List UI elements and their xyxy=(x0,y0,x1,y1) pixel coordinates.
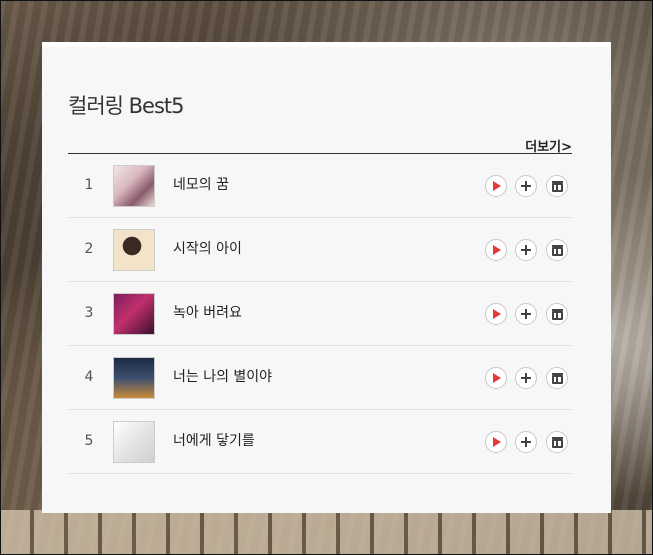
add-button[interactable] xyxy=(515,303,537,325)
rank-number: 2 xyxy=(84,241,94,257)
play-button[interactable] xyxy=(485,303,507,325)
gift-button[interactable] xyxy=(546,367,568,389)
album-cover[interactable] xyxy=(113,229,155,271)
plus-icon xyxy=(521,437,531,447)
play-button[interactable] xyxy=(485,175,507,197)
play-icon xyxy=(493,437,501,447)
coloring-best5-panel: 컬러링 Best5 더보기> 1 네모의 꿈 2 시작의 아이 3 녹아 버려요 xyxy=(42,42,611,513)
gift-icon xyxy=(551,308,563,320)
song-row: 1 네모의 꿈 xyxy=(68,154,572,218)
song-row: 5 너에게 닿기를 xyxy=(68,410,572,474)
album-cover[interactable] xyxy=(113,421,155,463)
song-row: 3 녹아 버려요 xyxy=(68,282,572,346)
section-title: 컬러링 Best5 xyxy=(68,94,184,118)
song-title[interactable]: 네모의 꿈 xyxy=(173,154,229,217)
album-cover[interactable] xyxy=(113,293,155,335)
plus-icon xyxy=(521,373,531,383)
gift-button[interactable] xyxy=(546,303,568,325)
gift-icon xyxy=(551,372,563,384)
add-button[interactable] xyxy=(515,367,537,389)
song-title[interactable]: 시작의 아이 xyxy=(173,218,242,281)
song-list: 1 네모의 꿈 2 시작의 아이 3 녹아 버려요 4 너는 나의 별이야 5 … xyxy=(68,154,572,474)
album-cover[interactable] xyxy=(113,165,155,207)
gift-button[interactable] xyxy=(546,239,568,261)
play-button[interactable] xyxy=(485,431,507,453)
gift-button[interactable] xyxy=(546,431,568,453)
song-row: 2 시작의 아이 xyxy=(68,218,572,282)
play-button[interactable] xyxy=(485,239,507,261)
gift-icon xyxy=(551,436,563,448)
play-button[interactable] xyxy=(485,367,507,389)
album-cover[interactable] xyxy=(113,357,155,399)
plus-icon xyxy=(521,309,531,319)
play-icon xyxy=(493,245,501,255)
song-title[interactable]: 너는 나의 별이야 xyxy=(173,346,272,409)
play-icon xyxy=(493,373,501,383)
play-icon xyxy=(493,181,501,191)
rank-number: 1 xyxy=(84,177,94,193)
song-title[interactable]: 너에게 닿기를 xyxy=(173,410,255,473)
gift-icon xyxy=(551,180,563,192)
panel-top-edge xyxy=(42,42,611,47)
song-title[interactable]: 녹아 버려요 xyxy=(173,282,242,345)
rank-number: 5 xyxy=(84,433,94,449)
background-piano-keys xyxy=(0,510,653,555)
plus-icon xyxy=(521,245,531,255)
gift-button[interactable] xyxy=(546,175,568,197)
rank-number: 4 xyxy=(84,369,94,385)
add-button[interactable] xyxy=(515,431,537,453)
rank-number: 3 xyxy=(84,305,94,321)
plus-icon xyxy=(521,181,531,191)
song-row: 4 너는 나의 별이야 xyxy=(68,346,572,410)
gift-icon xyxy=(551,244,563,256)
play-icon xyxy=(493,309,501,319)
add-button[interactable] xyxy=(515,175,537,197)
add-button[interactable] xyxy=(515,239,537,261)
